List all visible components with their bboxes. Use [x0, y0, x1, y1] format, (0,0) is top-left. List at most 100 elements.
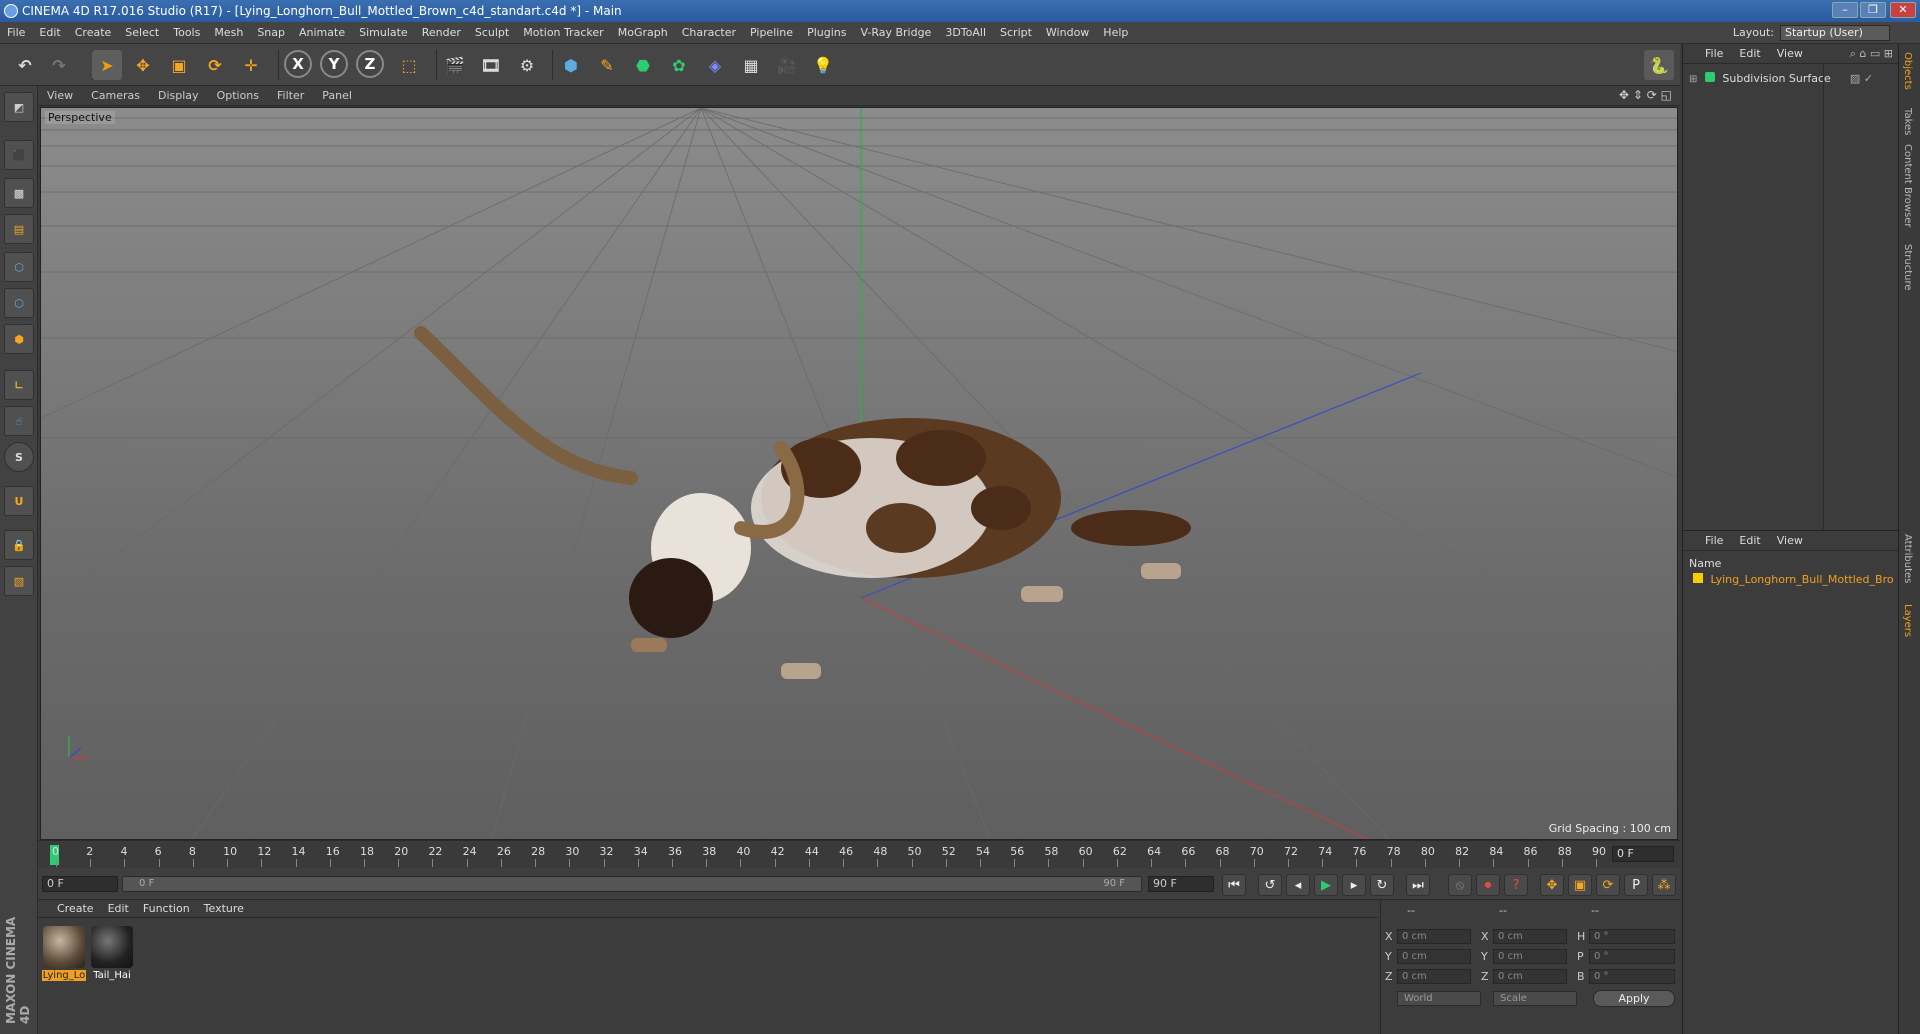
subdivision-surface-icon[interactable]: ⬣	[628, 50, 658, 80]
material-menu-create[interactable]: Create	[50, 900, 101, 918]
object-visibility-icon[interactable]: ▨ ✓	[1850, 72, 1873, 85]
tab-objects[interactable]: Objects	[1902, 52, 1913, 90]
position-z-field[interactable]: 0 cm	[1397, 969, 1471, 984]
model-mode-icon[interactable]: ⬛	[4, 140, 34, 170]
material-swatch[interactable]: Tail_Hai	[90, 926, 134, 981]
viewport-menu-panel[interactable]: Panel	[313, 86, 361, 106]
tab-structure[interactable]: Structure	[1902, 244, 1913, 291]
rotate-icon[interactable]: ⟳	[200, 50, 230, 80]
material-menu-function[interactable]: Function	[136, 900, 197, 918]
layer-row[interactable]: Lying_Longhorn_Bull_Mottled_Bro	[1693, 573, 1897, 589]
viewport-menu-view[interactable]: View	[38, 86, 82, 106]
next-frame-icon[interactable]: ▸	[1342, 874, 1366, 896]
tweak-mode-icon[interactable]: ☝	[4, 406, 34, 436]
maximize-button[interactable]: ❐	[1860, 2, 1886, 18]
points-mode-icon[interactable]: ⬡	[4, 252, 34, 282]
lock-workplane-icon[interactable]: 🔒	[4, 530, 34, 560]
live-selection-icon[interactable]: ✛	[236, 50, 266, 80]
object-menu-file[interactable]: File	[1697, 44, 1731, 64]
snap-icon[interactable]: U	[4, 486, 34, 516]
record-active-objects-icon[interactable]: ⏺	[1476, 874, 1500, 896]
texture-mode-icon[interactable]: ▩	[4, 178, 34, 208]
render-view-icon[interactable]: 🎬	[440, 50, 470, 80]
apply-button[interactable]: Apply	[1593, 990, 1675, 1007]
planar-workplane-icon[interactable]: ▧	[4, 566, 34, 596]
key-rotation-icon[interactable]: ⟳	[1596, 874, 1620, 896]
tab-content-browser[interactable]: Content Browser	[1902, 144, 1913, 227]
undo-icon[interactable]: ↶	[10, 50, 40, 80]
menu-select[interactable]: Select	[118, 22, 166, 44]
cloner-icon[interactable]: ✿	[664, 50, 694, 80]
timeline-ruler[interactable]: 0 2 4 6 8 10 12 14 16 18 20 22 24 26 28 30 32 34 36 38 40 42 4…	[38, 840, 1680, 868]
minimize-button[interactable]: –	[1832, 2, 1858, 18]
layer-menu-edit[interactable]: Edit	[1731, 531, 1768, 551]
end-frame-field[interactable]: 90 F	[1148, 876, 1214, 892]
redo-icon[interactable]: ↷	[44, 50, 74, 80]
tab-attributes[interactable]: Attributes	[1902, 534, 1913, 583]
play-icon[interactable]: ▶	[1314, 874, 1338, 896]
position-y-field[interactable]: 0 cm	[1397, 949, 1471, 964]
axis-y-lock-icon[interactable]: Y	[320, 50, 348, 78]
render-picture-viewer-icon[interactable]: 🎞	[476, 50, 506, 80]
previous-key-icon[interactable]: ↺	[1258, 874, 1282, 896]
layer-menu-view[interactable]: View	[1769, 531, 1811, 551]
floor-environment-icon[interactable]: ▦	[736, 50, 766, 80]
menu-tools[interactable]: Tools	[166, 22, 207, 44]
previous-frame-icon[interactable]: ◂	[1286, 874, 1310, 896]
cube-primitive-icon[interactable]: ⬢	[556, 50, 586, 80]
move-icon[interactable]: ✥	[128, 50, 158, 80]
menu-snap[interactable]: Snap	[250, 22, 292, 44]
render-settings-icon[interactable]: ⚙	[512, 50, 542, 80]
menu-motion-tracker[interactable]: Motion Tracker	[516, 22, 610, 44]
coordinate-mode-dropdown[interactable]: Scale	[1493, 991, 1577, 1006]
viewport-navigation-icons[interactable]: ✥ ⇕ ⟳ ◱	[1619, 88, 1672, 102]
menu-3dtoall[interactable]: 3DToAll	[938, 22, 993, 44]
rotation-h-field[interactable]: 0 °	[1589, 929, 1675, 944]
menu-vray-bridge[interactable]: V-Ray Bridge	[853, 22, 938, 44]
menu-mesh[interactable]: Mesh	[207, 22, 250, 44]
pen-spline-icon[interactable]: ✎	[592, 50, 622, 80]
scale-icon[interactable]: ▣	[164, 50, 194, 80]
record-keys-disabled-icon[interactable]: ⦸	[1448, 874, 1472, 896]
menu-pipeline[interactable]: Pipeline	[743, 22, 800, 44]
material-menu-texture[interactable]: Texture	[197, 900, 251, 918]
viewport-menu-filter[interactable]: Filter	[268, 86, 313, 106]
viewport-menu-options[interactable]: Options	[208, 86, 268, 106]
position-x-field[interactable]: 0 cm	[1397, 929, 1471, 944]
next-key-icon[interactable]: ↻	[1370, 874, 1394, 896]
object-manager-tools-icons[interactable]: ⌕ ⌂ ▭ ⊞	[1850, 47, 1893, 61]
axis-z-lock-icon[interactable]: Z	[356, 50, 384, 78]
menu-script[interactable]: Script	[993, 22, 1039, 44]
polygons-mode-icon[interactable]: ⬢	[4, 324, 34, 354]
menu-character[interactable]: Character	[675, 22, 743, 44]
key-parameter-icon[interactable]: P	[1624, 874, 1648, 896]
material-menu-edit[interactable]: Edit	[101, 900, 136, 918]
solo-mode-icon[interactable]: S	[4, 442, 34, 472]
perspective-viewport[interactable]: Perspective Grid Spacing : 100 cm	[40, 107, 1678, 840]
coordinate-system-icon[interactable]: ⬚	[394, 50, 424, 80]
menu-plugins[interactable]: Plugins	[800, 22, 853, 44]
menu-create[interactable]: Create	[68, 22, 119, 44]
edges-mode-icon[interactable]: ⬡	[4, 288, 34, 318]
camera-icon[interactable]: 🎥	[772, 50, 802, 80]
autokeying-icon[interactable]: ?	[1504, 874, 1528, 896]
key-point-level-icon[interactable]: ⁂	[1652, 874, 1676, 896]
make-editable-icon[interactable]: ◩	[4, 92, 34, 122]
coordinate-space-dropdown[interactable]: World	[1397, 991, 1481, 1006]
expand-icon[interactable]: ⊞	[1689, 74, 1697, 85]
object-row[interactable]: ⊞ Subdivision Surface ▨ ✓	[1689, 72, 1893, 88]
menu-animate[interactable]: Animate	[292, 22, 352, 44]
size-z-field[interactable]: 0 cm	[1493, 969, 1567, 984]
close-button[interactable]: ✕	[1890, 2, 1916, 18]
size-x-field[interactable]: 0 cm	[1493, 929, 1567, 944]
viewport-menu-cameras[interactable]: Cameras	[82, 86, 149, 106]
workplane-mode-icon[interactable]: ▤	[4, 214, 34, 244]
deformer-icon[interactable]: ◈	[700, 50, 730, 80]
go-to-start-icon[interactable]: ⏮	[1222, 874, 1246, 896]
menu-window[interactable]: Window	[1039, 22, 1096, 44]
key-position-icon[interactable]: ✥	[1540, 874, 1564, 896]
light-icon[interactable]: 💡	[808, 50, 838, 80]
size-y-field[interactable]: 0 cm	[1493, 949, 1567, 964]
menu-file[interactable]: File	[0, 22, 32, 44]
tab-takes[interactable]: Takes	[1902, 108, 1913, 135]
